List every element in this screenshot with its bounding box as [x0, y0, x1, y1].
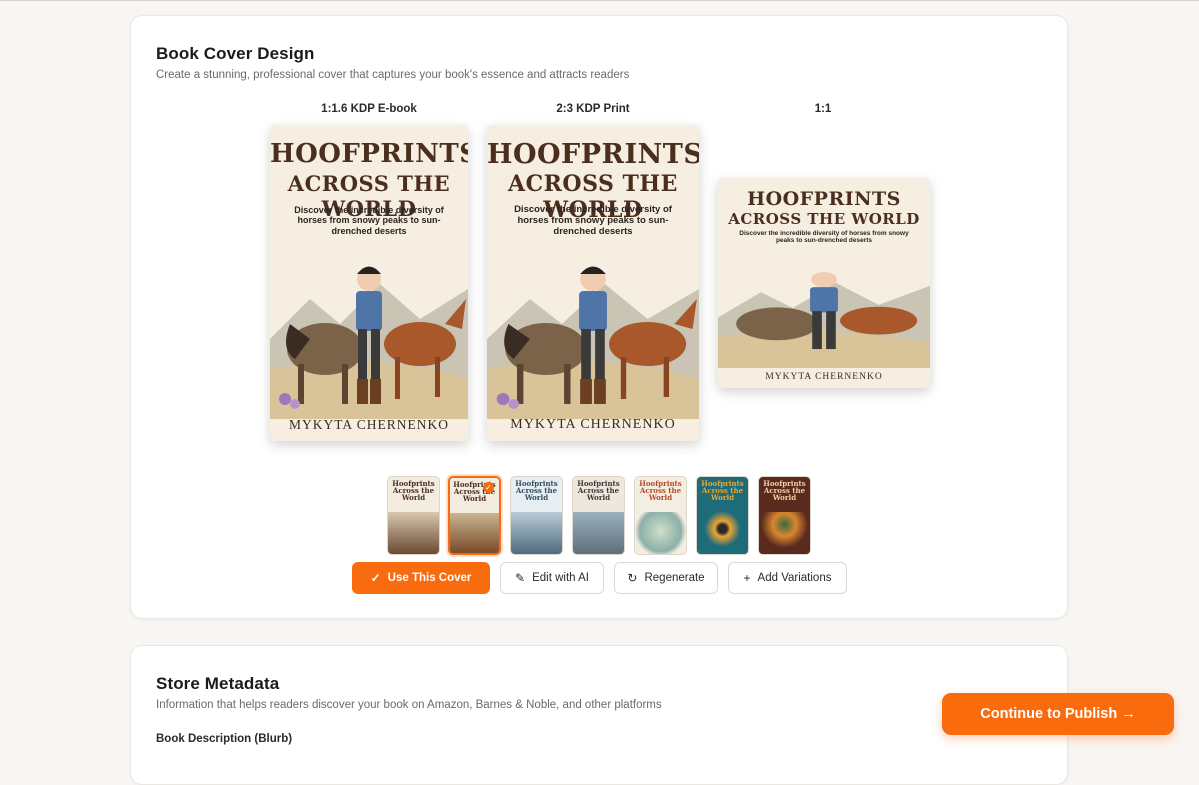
- cover-thumbnail-2-selected[interactable]: Hoofprints Across the World ✓: [448, 476, 501, 555]
- cover-thumbnail-3[interactable]: Hoofprints Across the World: [510, 476, 563, 555]
- cover-illustration: [270, 266, 468, 419]
- thumbnail-title: Hoofprints Across the World: [577, 479, 620, 502]
- thumbnail-art: [697, 512, 748, 554]
- thumbnail-art: [635, 512, 686, 554]
- add-variations-label: Add Variations: [757, 572, 832, 584]
- book-description-label: Book Description (Blurb): [156, 733, 293, 745]
- thumbnail-title: Hoofprints Across the World: [763, 479, 806, 502]
- thumbnail-title: Hoofprints Across the World: [701, 479, 744, 502]
- cover-title-line1: HOOFPRINTS: [270, 139, 468, 169]
- plus-icon: +: [743, 571, 751, 585]
- cover-illustration: [718, 272, 930, 368]
- cover-thumbnail-1[interactable]: Hoofprints Across the World: [387, 476, 440, 555]
- thumbnail-art: [511, 512, 562, 554]
- cover-illustration: [487, 266, 699, 419]
- format-label-print: 2:3 KDP Print: [556, 103, 630, 115]
- cover-thumbnail-7[interactable]: Hoofprints Across the World: [758, 476, 811, 555]
- cover-author: MYKYTA CHERNENKO: [765, 372, 883, 382]
- thumbnail-art: [573, 512, 624, 554]
- thumbnail-title: Hoofprints Across the World: [392, 479, 435, 502]
- cover-preview-square[interactable]: HOOFPRINTS ACROSS THE WORLD Discover the…: [718, 178, 930, 388]
- refresh-icon: ↻: [627, 571, 638, 585]
- edit-with-ai-button[interactable]: ✎ Edit with AI: [500, 562, 604, 594]
- cover-design-title: Book Cover Design: [156, 44, 315, 63]
- cover-design-card: Book Cover Design Create a stunning, pro…: [130, 15, 1068, 619]
- use-this-cover-label: Use This Cover: [387, 572, 472, 584]
- store-metadata-card: Store Metadata Information that helps re…: [130, 645, 1068, 785]
- add-variations-button[interactable]: + Add Variations: [728, 562, 847, 594]
- cover-thumbnail-6[interactable]: Hoofprints Across the World: [696, 476, 749, 555]
- thumbnail-title: Hoofprints Across the World: [515, 479, 558, 502]
- cover-tagline: Discover the incredible diversity of hor…: [739, 230, 909, 245]
- edit-with-ai-label: Edit with AI: [532, 572, 589, 584]
- use-this-cover-button[interactable]: ✓ Use This Cover: [352, 562, 490, 594]
- cover-preview-print[interactable]: HOOFPRINTS ACROSS THE WORLD Discover the…: [487, 125, 699, 441]
- regenerate-button[interactable]: ↻ Regenerate: [614, 562, 718, 594]
- store-metadata-subtitle: Information that helps readers discover …: [156, 699, 662, 711]
- thumbnail-art: [388, 512, 439, 554]
- thumbnail-art: [450, 512, 499, 553]
- cover-author: MYKYTA CHERNENKO: [288, 417, 450, 432]
- cover-design-subtitle: Create a stunning, professional cover th…: [156, 69, 630, 81]
- format-label-square: 1:1: [814, 103, 832, 115]
- cover-author: MYKYTA CHERNENKO: [510, 417, 676, 432]
- continue-to-publish-button[interactable]: Continue to Publish →: [942, 693, 1174, 735]
- store-metadata-title: Store Metadata: [156, 674, 280, 693]
- regenerate-label: Regenerate: [644, 572, 705, 584]
- cover-title-line1: HOOFPRINTS: [747, 188, 901, 210]
- thumbnail-art: [759, 512, 810, 554]
- cover-preview-ebook[interactable]: HOOFPRINTS ACROSS THE WORLD Discover the…: [270, 125, 468, 441]
- check-icon: ✓: [370, 571, 381, 585]
- cover-thumbnail-4[interactable]: Hoofprints Across the World: [572, 476, 625, 555]
- pencil-icon: ✎: [515, 571, 526, 585]
- format-label-ebook: 1:1.6 KDP E-book: [321, 103, 417, 115]
- cover-title-line2: ACROSS THE WORLD: [728, 210, 920, 228]
- selected-check-icon: ✓: [483, 482, 494, 493]
- thumbnail-title: Hoofprints Across the World: [639, 479, 682, 502]
- cover-thumbnail-5[interactable]: Hoofprints Across the World: [634, 476, 687, 555]
- cover-title-line1: HOOFPRINTS: [487, 139, 699, 170]
